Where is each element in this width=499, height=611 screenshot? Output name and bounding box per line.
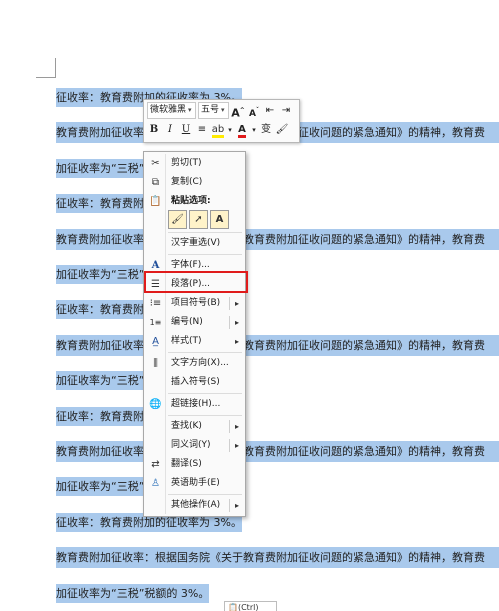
menu-item-translate[interactable]: ⇄ 翻译(S): [146, 455, 243, 474]
document-line-text: 教育费附加征收率：根据国务院《关于教育费附加征收问题的紧急通知》的精神，教育费: [56, 445, 485, 458]
underline-button[interactable]: U: [179, 122, 193, 138]
format-painter-icon[interactable]: 🖌: [275, 122, 289, 138]
font-color-button[interactable]: A: [235, 122, 249, 138]
menu-item-english-assistant[interactable]: ♙ 英语助手(E): [146, 474, 243, 493]
font-size-value: 五号: [201, 105, 220, 115]
chevron-right-icon: ▸: [234, 441, 239, 450]
italic-button[interactable]: I: [163, 122, 177, 138]
menu-item-other-actions[interactable]: 其他操作(A) ▸: [146, 496, 243, 515]
split-divider: [229, 420, 230, 433]
menu-item-bullets[interactable]: ⁝≡ 项目符号(B) ▸: [146, 294, 243, 313]
paste-merge-format-icon[interactable]: ➚: [189, 210, 208, 229]
paste-keep-format-icon[interactable]: 🖌: [168, 210, 187, 229]
document-line[interactable]: 加征收率为“三税”税额的 3%。: [56, 583, 210, 604]
clipboard-icon: 📋: [228, 603, 238, 611]
text-direction-icon: ⫼: [153, 358, 158, 369]
menu-item-styles[interactable]: A̲ 样式(T) ▸: [146, 332, 243, 351]
mini-toolbar: 微软雅黑 ▾ 五号 ▾ A^ Aˇ ⇤ ⇥ B I U ≡ ab ▾ A ▾ 变 🖌: [143, 99, 300, 143]
font-size-combo[interactable]: 五号 ▾: [198, 102, 229, 119]
chevron-right-icon: ▸: [234, 318, 239, 327]
document-line-text: 教育费附加征收率：根据国务院《关于教育费附加征收问题的紧急通知》的精神，教育费: [56, 339, 485, 352]
menu-item-copy[interactable]: ⧉ 复制(C): [146, 173, 243, 192]
menu-item-text-direction[interactable]: ⫼ 文字方向(X)...: [146, 354, 243, 373]
menu-separator: [168, 494, 242, 495]
clipboard-icon: 📋: [149, 196, 162, 207]
document-page[interactable]: 征收率：教育费附加的征收率为 3%。教育费附加征收率：根据国务院《关于教育费附加…: [0, 0, 499, 611]
menu-separator: [168, 415, 242, 416]
menu-item-numbering[interactable]: 1≡ 编号(N) ▸: [146, 313, 243, 332]
shrink-font-button[interactable]: Aˇ: [247, 103, 261, 119]
styles-icon: A̲: [152, 336, 159, 347]
menu-separator: [168, 254, 242, 255]
document-line[interactable]: 教育费附加征收率：根据国务院《关于教育费附加征收问题的紧急通知》的精神，教育费: [56, 335, 499, 356]
phonetic-guide-button[interactable]: 变: [259, 122, 273, 138]
decrease-indent-icon[interactable]: ⇤: [263, 103, 277, 119]
chevron-down-icon: ▾: [221, 106, 225, 114]
paragraph-highlight-box: [144, 271, 248, 293]
menu-item-hyperlink[interactable]: 🌐 超链接(H)...: [146, 395, 243, 414]
assistant-icon: ♙: [151, 478, 160, 489]
font-name-combo[interactable]: 微软雅黑 ▾: [147, 102, 196, 119]
paste-options-tag[interactable]: 📋(Ctrl): [224, 601, 277, 611]
menu-separator: [168, 232, 242, 233]
margin-crop-mark: [36, 77, 56, 78]
chevron-right-icon: ▸: [234, 337, 239, 346]
menu-item-paste-options: 📋 粘贴选项:: [149, 196, 211, 207]
chevron-right-icon: ▸: [234, 501, 239, 510]
font-name-value: 微软雅黑: [150, 105, 187, 115]
translate-icon: ⇄: [151, 459, 160, 470]
split-divider: [229, 316, 230, 329]
menu-separator: [168, 393, 242, 394]
globe-link-icon: 🌐: [149, 399, 162, 410]
chevron-down-icon[interactable]: ▾: [251, 122, 257, 138]
menu-item-insert-symbol[interactable]: 插入符号(S): [146, 373, 243, 392]
split-divider: [229, 439, 230, 452]
numbered-list-icon: 1≡: [149, 318, 162, 327]
document-line-text: 加征收率为“三税”税额的 3%。: [56, 584, 210, 603]
menu-item-lookup[interactable]: 查找(K) ▸: [146, 417, 243, 436]
document-line[interactable]: 教育费附加征收率：根据国务院《关于教育费附加征收问题的紧急通知》的精神，教育费: [56, 441, 499, 462]
menu-separator: [168, 352, 242, 353]
bold-button[interactable]: B: [147, 122, 161, 138]
copy-icon: ⧉: [151, 177, 160, 188]
chevron-right-icon: ▸: [234, 422, 239, 431]
document-line[interactable]: 教育费附加征收率：根据国务院《关于教育费附加征收问题的紧急通知》的精神，教育费: [56, 229, 499, 250]
margin-crop-mark: [55, 58, 56, 78]
document-line-text: 教育费附加征收率：根据国务院《关于教育费附加征收问题的紧急通知》的精神，教育费: [56, 233, 485, 246]
align-center-icon[interactable]: ≡: [195, 122, 209, 138]
chevron-down-icon: ▾: [188, 106, 192, 114]
highlight-pen-icon[interactable]: ab: [211, 122, 225, 138]
split-divider: [229, 297, 230, 310]
scissors-icon: ✂: [151, 158, 160, 169]
increase-indent-icon[interactable]: ⇥: [279, 103, 293, 119]
menu-item-hanzi-reselect[interactable]: 汉字重选(V): [146, 234, 243, 253]
menu-item-synonyms[interactable]: 同义词(Y) ▸: [146, 436, 243, 455]
menu-item-cut[interactable]: ✂ 剪切(T): [146, 154, 243, 173]
paste-text-only-button[interactable]: A: [210, 210, 229, 229]
grow-font-button[interactable]: A^: [231, 103, 245, 119]
split-divider: [229, 499, 230, 512]
document-line[interactable]: 教育费附加征收率：根据国务院《关于教育费附加征收问题的紧急通知》的精神，教育费: [56, 547, 499, 568]
bullet-list-icon: ⁝≡: [149, 298, 162, 309]
chevron-down-icon[interactable]: ▾: [227, 122, 233, 138]
context-menu: ✂ 剪切(T) ⧉ 复制(C) 📋 粘贴选项: 🖌 ➚ A 汉字重选(V) A …: [143, 151, 246, 517]
chevron-right-icon: ▸: [234, 299, 239, 308]
document-line-text: 教育费附加征收率：根据国务院《关于教育费附加征收问题的紧急通知》的精神，教育费: [56, 551, 485, 564]
